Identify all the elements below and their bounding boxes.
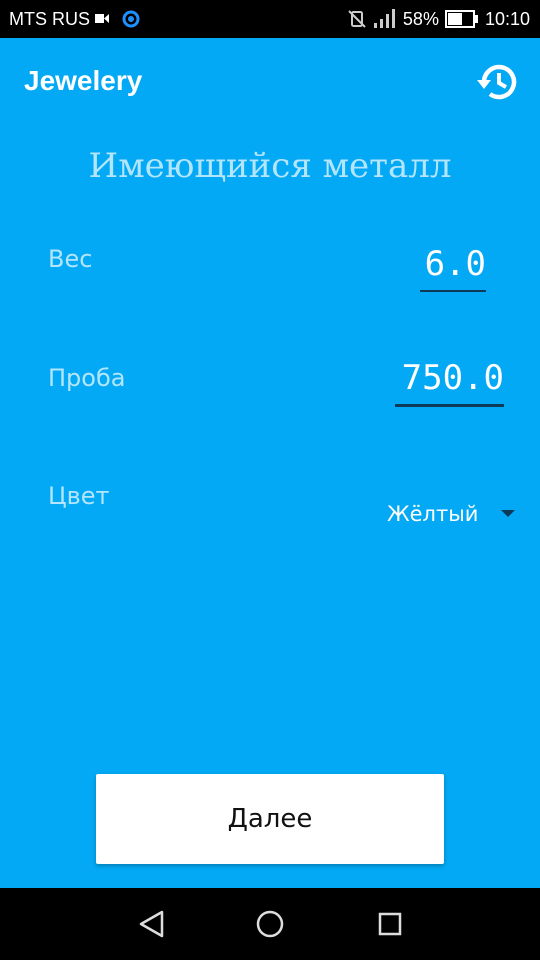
video-camera-icon xyxy=(95,14,109,23)
clock: 10:10 xyxy=(484,8,530,29)
assay-label: Проба xyxy=(48,364,126,392)
weight-label: Вес xyxy=(48,245,93,273)
status-bar: MTS RUS 58% 10:10 xyxy=(0,0,540,38)
battery-icon xyxy=(444,10,478,28)
status-icons: 58% 10:10 xyxy=(347,8,530,30)
nav-bar xyxy=(0,888,540,960)
color-label: Цвет xyxy=(48,482,110,510)
recents-icon[interactable] xyxy=(372,906,408,942)
weight-input[interactable] xyxy=(420,244,486,292)
signal-icon xyxy=(373,9,395,28)
dropdown-arrow-icon xyxy=(501,510,515,517)
form-heading: Имеющийся металл xyxy=(88,146,452,186)
carrier-name: MTS RUS xyxy=(9,9,90,29)
history-icon[interactable] xyxy=(474,58,522,106)
assay-input[interactable] xyxy=(395,358,504,407)
sync-icon xyxy=(122,10,140,28)
home-icon[interactable] xyxy=(252,906,288,942)
app-title: Jewelery xyxy=(24,65,143,96)
app-bar: Jewelery xyxy=(0,38,540,126)
back-icon[interactable] xyxy=(133,906,169,942)
color-dropdown-value: Жёлтый xyxy=(387,502,479,526)
next-button[interactable]: Далее xyxy=(96,774,444,864)
vibrate-off-icon xyxy=(348,10,366,28)
battery-percent: 58% xyxy=(402,8,439,29)
color-dropdown[interactable]: Жёлтый xyxy=(380,498,525,532)
